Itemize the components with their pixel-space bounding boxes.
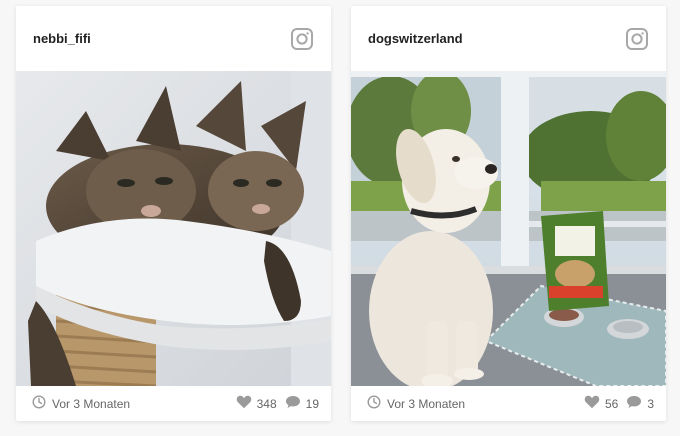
comments-stat[interactable]: 3 — [626, 395, 654, 412]
post-stats: 348 19 — [228, 395, 319, 412]
clock-icon — [32, 395, 46, 412]
likes-stat[interactable]: 56 — [584, 395, 618, 412]
likes-count: 56 — [604, 396, 619, 411]
heart-icon — [236, 395, 257, 412]
clock-icon — [367, 395, 381, 412]
post-time-label: Vor 3 Monaten — [387, 396, 466, 411]
likes-count: 348 — [256, 396, 277, 411]
instagram-icon[interactable] — [625, 27, 649, 51]
post-footer: Vor 3 Monaten 348 19 — [16, 386, 331, 421]
post-header: dogswitzerland — [351, 6, 666, 71]
post-time-label: Vor 3 Monaten — [52, 396, 131, 411]
likes-stat[interactable]: 348 — [236, 395, 277, 412]
heart-icon — [584, 395, 605, 412]
post-stats: 56 3 — [576, 395, 654, 412]
instagram-icon[interactable] — [290, 27, 314, 51]
comments-count: 3 — [647, 396, 654, 411]
post-image[interactable] — [16, 71, 331, 386]
comments-stat[interactable]: 19 — [285, 395, 319, 412]
comments-count: 19 — [305, 396, 319, 411]
speech-bubble-icon — [285, 395, 306, 412]
post-username[interactable]: dogswitzerland — [368, 31, 463, 46]
post-username[interactable]: nebbi_fifi — [33, 31, 91, 46]
post-image[interactable] — [351, 71, 666, 386]
post-footer: Vor 3 Monaten 56 3 — [351, 386, 666, 421]
post-card[interactable]: nebbi_fifi Vor 3 Monaten 348 19 — [16, 6, 331, 421]
post-timestamp: Vor 3 Monaten — [367, 395, 465, 412]
post-card[interactable]: dogswitzerland Vor 3 Monaten 56 3 — [351, 6, 666, 421]
post-timestamp: Vor 3 Monaten — [32, 395, 130, 412]
post-header: nebbi_fifi — [16, 6, 331, 71]
speech-bubble-icon — [626, 395, 647, 412]
